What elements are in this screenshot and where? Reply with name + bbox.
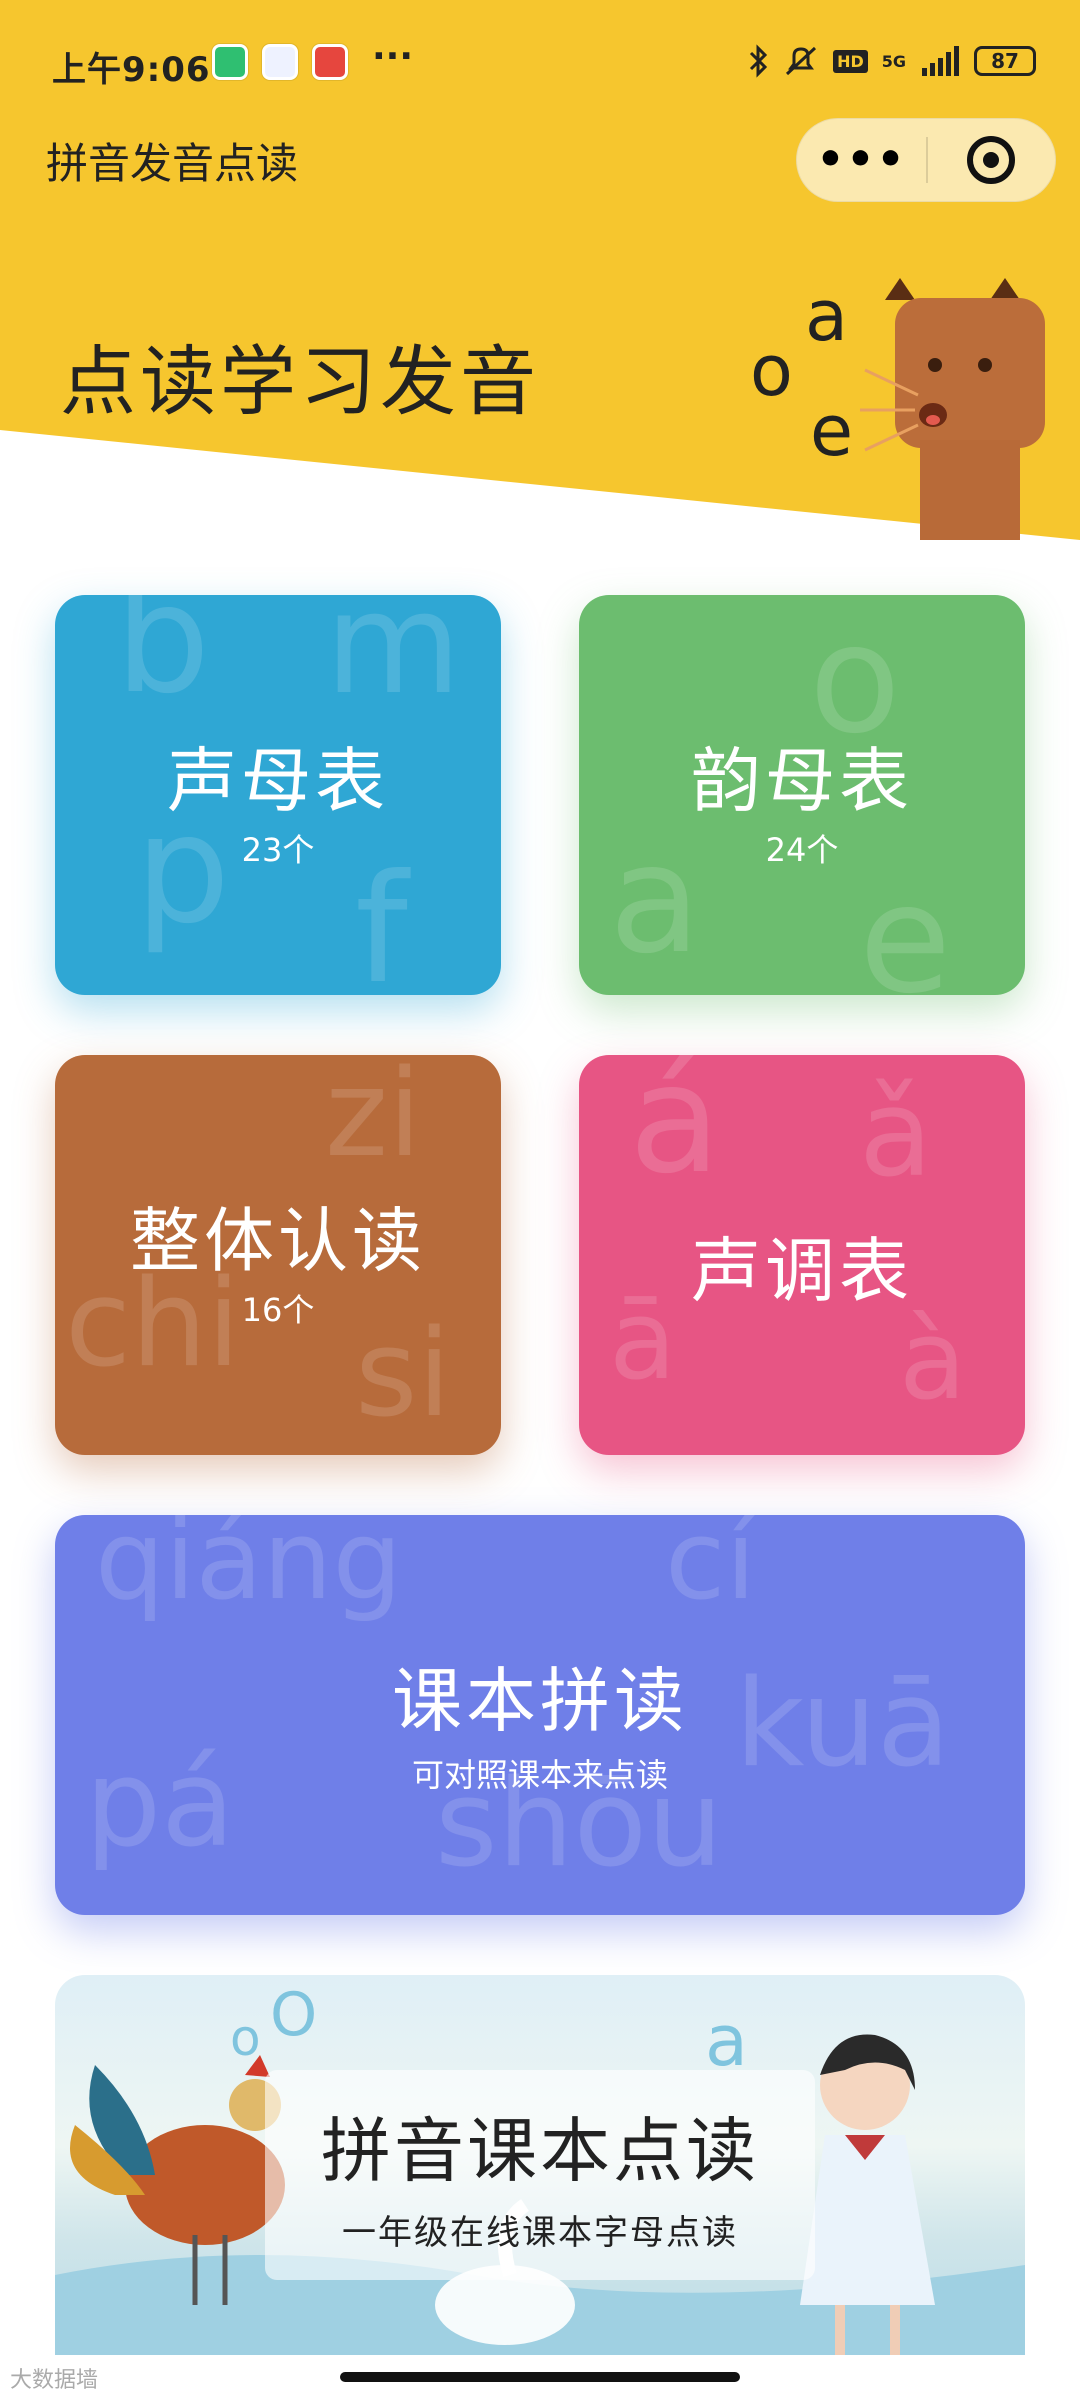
close-mini-program-button[interactable] [928,136,1055,184]
status-more-icon: ··· [372,36,414,77]
status-right-group: HD 5G 87 [747,44,1036,78]
status-bar: 上午9:06 ··· HD 5G 87 [0,30,1080,100]
card-bg-letter: ǎ [859,1065,933,1204]
screen: 上午9:06 ··· HD 5G 87 拼音发音点读 ••• 点读学习发音 o … [0,0,1080,2400]
card-bg-letter: si [355,1305,451,1444]
network-label: 5G [881,51,906,71]
card-bg-letter: à [899,1296,967,1424]
card-bg-letter: zi [325,1055,422,1184]
shield-app-icon [212,44,248,80]
card-bg-letter: á [629,1055,721,1207]
mascot-letter-o: o [750,330,793,412]
initials-card[interactable]: b m p f 声母表 23个 [55,595,501,995]
map-app-icon [312,44,348,80]
card-bg-letter: b [115,595,211,727]
watermark: 大数据墙 [10,2368,99,2393]
card-bg-letter: qiáng [95,1515,403,1624]
target-icon [967,136,1016,184]
card-bg-letter: m [325,595,462,726]
signal-icon [922,46,959,76]
battery-indicator: 87 [974,46,1036,76]
mascot-letter-e: e [810,390,853,472]
more-menu-button[interactable]: ••• [797,138,926,182]
mascot-letter-a: a [805,275,848,357]
card-title: 韵母表 [691,740,913,822]
card-title: 课本拼读 [392,1660,688,1742]
card-title: 声母表 [167,740,389,822]
page-title: 拼音发音点读 [46,139,299,188]
whole-syllables-card[interactable]: zi chi si 整体认读 16个 [55,1055,501,1455]
banner-title: 拼音课本点读 [321,2110,759,2192]
card-subtitle: 23个 [241,831,315,869]
bluetooth-icon [750,44,768,78]
card-subtitle: 16个 [241,1291,315,1329]
banner-deco-letter: O [270,1980,317,2050]
baidu-app-icon [262,44,298,80]
home-indicator[interactable] [340,2372,740,2382]
banner-subtitle: 一年级在线课本字母点读 [342,2213,738,2253]
hero-title: 点读学习发音 [60,337,540,426]
tones-card[interactable]: á ǎ ā à 声调表 [579,1055,1025,1455]
card-subtitle: 24个 [765,831,839,869]
mute-bell-icon [786,46,817,76]
card-title: 声调表 [691,1230,913,1312]
card-subtitle: 可对照课本来点读 [411,1756,668,1794]
textbook-reading-card[interactable]: qiáng cí pá shōu kuā 课本拼读 可对照课本来点读 [55,1515,1025,1915]
banner-deco-letter: o [230,2009,261,2067]
finals-card[interactable]: o a e 韵母表 24个 [579,595,1025,995]
mini-program-capsule: ••• [796,118,1056,202]
mascot-illustration: o a e [750,275,1045,540]
card-title: 整体认读 [130,1200,426,1282]
card-bg-letter: cí [665,1515,757,1624]
textbook-banner[interactable]: o O a 拼音课本点读 一年级在线课本字母点读 [55,1975,1025,2355]
hd-badge: HD [833,49,868,73]
status-time: 上午9:06 [52,50,211,90]
card-bg-letter: e [859,853,952,995]
card-bg-letter: f [355,843,408,995]
